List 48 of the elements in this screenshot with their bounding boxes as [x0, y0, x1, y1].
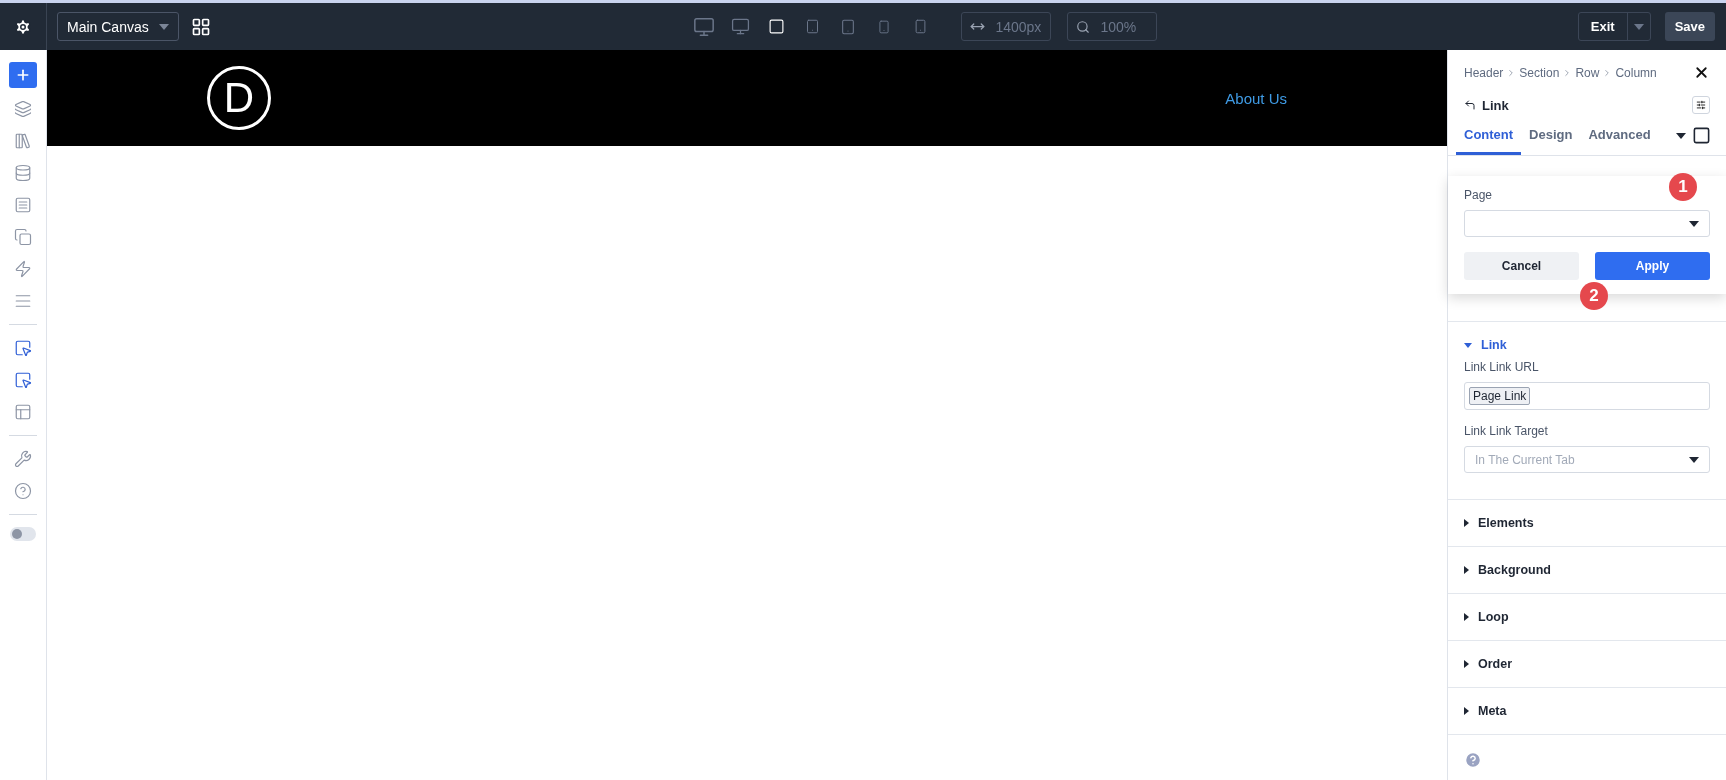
section-header[interactable]: Meta: [1464, 688, 1710, 734]
breadcrumb-item[interactable]: Row: [1575, 65, 1600, 80]
field-label: Page: [1464, 188, 1494, 202]
breadcrumb-item[interactable]: Section: [1519, 65, 1560, 80]
nav-link[interactable]: About Us: [1225, 89, 1287, 107]
apply-button[interactable]: Apply: [1595, 252, 1710, 280]
breadcrumb-item[interactable]: Header: [1464, 65, 1504, 80]
panel-tab[interactable]: Content: [1456, 127, 1522, 155]
section-header[interactable]: Elements: [1464, 500, 1710, 546]
zoom-value: 100%: [1100, 18, 1137, 35]
panel-tab[interactable]: Design: [1521, 127, 1581, 155]
mode-toggle[interactable]: [10, 527, 36, 541]
width-field[interactable]: 1400px: [961, 12, 1052, 41]
grid-icon[interactable]: [191, 16, 211, 37]
section-header[interactable]: Background: [1464, 547, 1710, 593]
step-marker: 1: [1669, 173, 1697, 201]
plus-icon: [15, 67, 31, 83]
cancel-button[interactable]: Cancel: [1464, 252, 1579, 280]
page-link-tag: Page Link: [1469, 387, 1531, 405]
add-button[interactable]: [9, 62, 37, 88]
search-icon: [1076, 19, 1091, 34]
question-icon[interactable]: [12, 480, 34, 502]
layers-icon[interactable]: [12, 98, 34, 120]
square-icon[interactable]: [1692, 126, 1711, 145]
close-icon[interactable]: [1693, 64, 1710, 81]
zoom-field[interactable]: 100%: [1067, 12, 1158, 41]
module-title: Link: [1482, 97, 1509, 113]
field-label: Link Link Target: [1464, 424, 1549, 438]
options-button[interactable]: [1692, 96, 1710, 114]
sliders-icon: [1696, 100, 1706, 110]
url-field[interactable]: Page Link: [1464, 382, 1710, 410]
save-button[interactable]: Save: [1664, 12, 1715, 41]
caret-icon[interactable]: [1676, 132, 1686, 139]
help-icon[interactable]: [1464, 751, 1482, 769]
logo: D: [207, 66, 271, 130]
field-label: Link Link URL: [1464, 360, 1540, 374]
step-marker: 2: [1580, 282, 1608, 310]
pages-icon[interactable]: [12, 226, 34, 248]
breadcrumb-item[interactable]: Column: [1615, 65, 1657, 80]
tools-icon[interactable]: [12, 448, 34, 470]
back-icon[interactable]: [1464, 99, 1476, 111]
section-header[interactable]: Loop: [1464, 594, 1710, 640]
panel-tab[interactable]: Advanced: [1580, 127, 1659, 155]
exit-button[interactable]: Exit: [1577, 12, 1651, 41]
canvas-select[interactable]: Main Canvas: [57, 12, 179, 41]
section-header[interactable]: Order: [1464, 641, 1710, 687]
width-value: 1400px: [995, 18, 1042, 35]
settings-icon[interactable]: [14, 17, 32, 36]
